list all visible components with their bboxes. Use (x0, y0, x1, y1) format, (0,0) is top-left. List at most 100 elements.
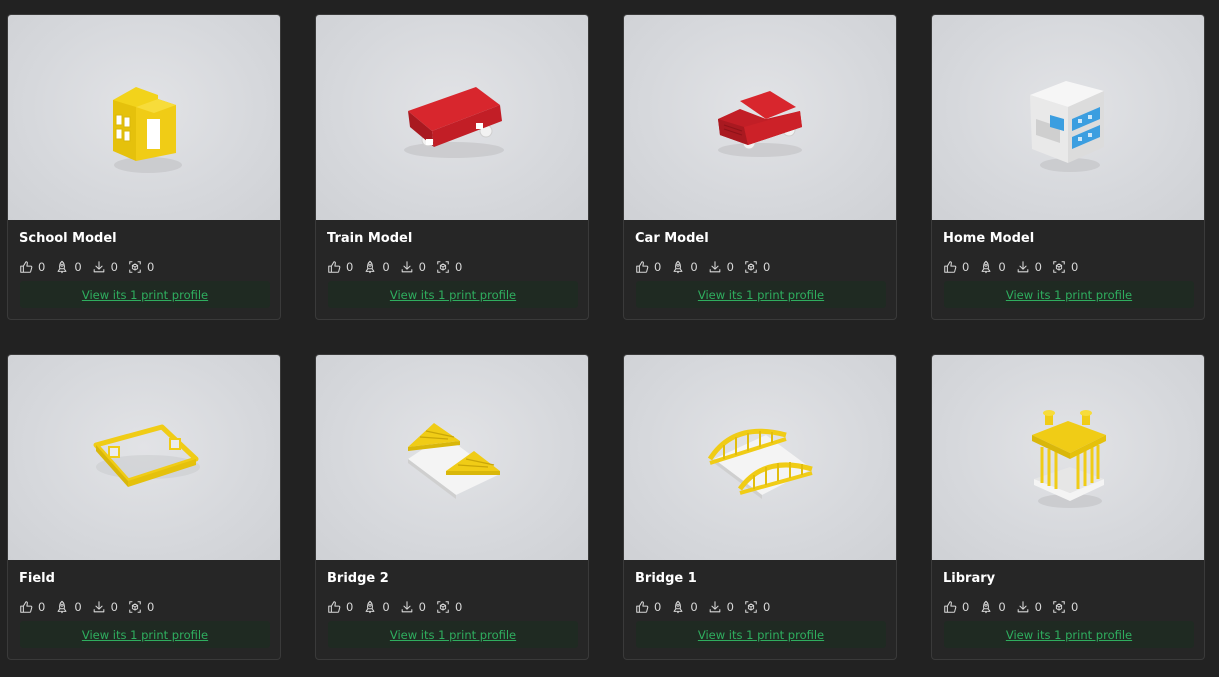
model-thumbnail[interactable] (932, 15, 1204, 220)
print-profile-button[interactable]: View its 1 print profile (20, 281, 270, 308)
likes-stat[interactable]: 0 (19, 600, 45, 614)
model-thumbnail[interactable] (316, 15, 588, 220)
likes-count: 0 (38, 260, 46, 274)
boosts-stat[interactable]: 0 (671, 600, 698, 614)
model-thumbnail[interactable] (8, 355, 280, 560)
print-profile-link[interactable]: View its 1 print profile (390, 628, 516, 642)
print-profile-button[interactable]: View its 1 print profile (636, 621, 886, 648)
downloads-stat[interactable]: 0 (1016, 600, 1042, 614)
prints-stat[interactable]: 0 (1052, 260, 1078, 274)
downloads-stat[interactable]: 0 (92, 260, 118, 274)
downloads-count: 0 (726, 260, 734, 274)
likes-stat[interactable]: 0 (327, 600, 353, 614)
model-stats: 0 0 0 0 (635, 259, 780, 275)
model-title[interactable]: Library (943, 571, 995, 586)
model-title[interactable]: Home Model (943, 231, 1034, 246)
likes-stat[interactable]: 0 (327, 260, 353, 274)
print-profile-link[interactable]: View its 1 print profile (698, 288, 824, 302)
prints-stat[interactable]: 0 (436, 600, 462, 614)
likes-stat[interactable]: 0 (943, 600, 969, 614)
boosts-stat[interactable]: 0 (979, 260, 1006, 274)
prints-stat[interactable]: 0 (436, 260, 462, 274)
download-icon (709, 601, 720, 613)
thumbs-up-icon (636, 261, 649, 273)
print-profile-button[interactable]: View its 1 print profile (328, 621, 578, 648)
boosts-count: 0 (998, 600, 1006, 614)
print-icon (437, 601, 449, 613)
thumbs-up-icon (328, 261, 341, 273)
print-profile-link[interactable]: View its 1 print profile (390, 288, 516, 302)
downloads-count: 0 (418, 260, 426, 274)
downloads-stat[interactable]: 0 (400, 600, 426, 614)
model-card-library[interactable]: Library 0 0 0 0 View its 1 print profile (931, 354, 1205, 660)
boosts-stat[interactable]: 0 (55, 600, 82, 614)
prints-stat[interactable]: 0 (744, 260, 770, 274)
model-title[interactable]: School Model (19, 231, 117, 246)
downloads-stat[interactable]: 0 (708, 600, 734, 614)
model-card-school[interactable]: School Model 0 0 0 0 View its 1 print pr… (7, 14, 281, 320)
downloads-stat[interactable]: 0 (1016, 260, 1042, 274)
print-profile-button[interactable]: View its 1 print profile (944, 281, 1194, 308)
print-icon (745, 261, 757, 273)
print-profile-link[interactable]: View its 1 print profile (1006, 628, 1132, 642)
model-card-field[interactable]: Field 0 0 0 0 View its 1 print profile (7, 354, 281, 660)
downloads-count: 0 (1034, 260, 1042, 274)
boosts-stat[interactable]: 0 (363, 600, 390, 614)
model-stats: 0 0 0 0 (943, 599, 1088, 615)
boosts-stat[interactable]: 0 (671, 260, 698, 274)
boosts-stat[interactable]: 0 (979, 600, 1006, 614)
model-card-bridge-1[interactable]: Bridge 1 0 0 0 0 View its 1 print profil… (623, 354, 897, 660)
model-thumbnail[interactable] (932, 355, 1204, 560)
model-card-train[interactable]: Train Model 0 0 0 0 View its 1 print pro… (315, 14, 589, 320)
print-profile-link[interactable]: View its 1 print profile (698, 628, 824, 642)
model-title[interactable]: Train Model (327, 231, 412, 246)
likes-stat[interactable]: 0 (635, 600, 661, 614)
model-thumbnail[interactable] (624, 15, 896, 220)
download-icon (1017, 261, 1028, 273)
downloads-stat[interactable]: 0 (92, 600, 118, 614)
model-stats: 0 0 0 0 (327, 599, 472, 615)
downloads-stat[interactable]: 0 (400, 260, 426, 274)
print-profile-link[interactable]: View its 1 print profile (82, 628, 208, 642)
downloads-stat[interactable]: 0 (708, 260, 734, 274)
boosts-count: 0 (690, 600, 698, 614)
rocket-icon (981, 260, 991, 274)
model-title[interactable]: Field (19, 571, 55, 586)
print-profile-button[interactable]: View its 1 print profile (944, 621, 1194, 648)
model-card-home[interactable]: Home Model 0 0 0 0 View its 1 print prof… (931, 14, 1205, 320)
model-stats: 0 0 0 0 (19, 599, 164, 615)
print-profile-link[interactable]: View its 1 print profile (1006, 288, 1132, 302)
model-title[interactable]: Bridge 1 (635, 571, 697, 586)
thumbs-up-icon (20, 261, 33, 273)
likes-stat[interactable]: 0 (635, 260, 661, 274)
model-thumbnail[interactable] (624, 355, 896, 560)
likes-count: 0 (346, 600, 354, 614)
boosts-stat[interactable]: 0 (55, 260, 82, 274)
print-profile-button[interactable]: View its 1 print profile (636, 281, 886, 308)
boosts-count: 0 (998, 260, 1006, 274)
prints-count: 0 (762, 600, 771, 614)
print-profile-button[interactable]: View its 1 print profile (328, 281, 578, 308)
thumbs-up-icon (328, 601, 341, 613)
likes-stat[interactable]: 0 (19, 260, 45, 274)
print-profile-link[interactable]: View its 1 print profile (82, 288, 208, 302)
boosts-count: 0 (382, 600, 390, 614)
likes-count: 0 (654, 260, 662, 274)
model-card-bridge-2[interactable]: Bridge 2 0 0 0 0 View its 1 print profil… (315, 354, 589, 660)
rocket-icon (673, 260, 683, 274)
likes-stat[interactable]: 0 (943, 260, 969, 274)
model-title[interactable]: Car Model (635, 231, 709, 246)
download-icon (93, 601, 104, 613)
prints-stat[interactable]: 0 (744, 600, 770, 614)
model-thumbnail[interactable] (316, 355, 588, 560)
prints-stat[interactable]: 0 (128, 600, 154, 614)
boosts-stat[interactable]: 0 (363, 260, 390, 274)
model-thumbnail[interactable] (8, 15, 280, 220)
model-title[interactable]: Bridge 2 (327, 571, 389, 586)
model-card-car[interactable]: Car Model 0 0 0 0 View its 1 print profi… (623, 14, 897, 320)
prints-stat[interactable]: 0 (128, 260, 154, 274)
print-profile-button[interactable]: View its 1 print profile (20, 621, 270, 648)
prints-stat[interactable]: 0 (1052, 600, 1078, 614)
thumbs-up-icon (944, 261, 957, 273)
boosts-count: 0 (382, 260, 390, 274)
